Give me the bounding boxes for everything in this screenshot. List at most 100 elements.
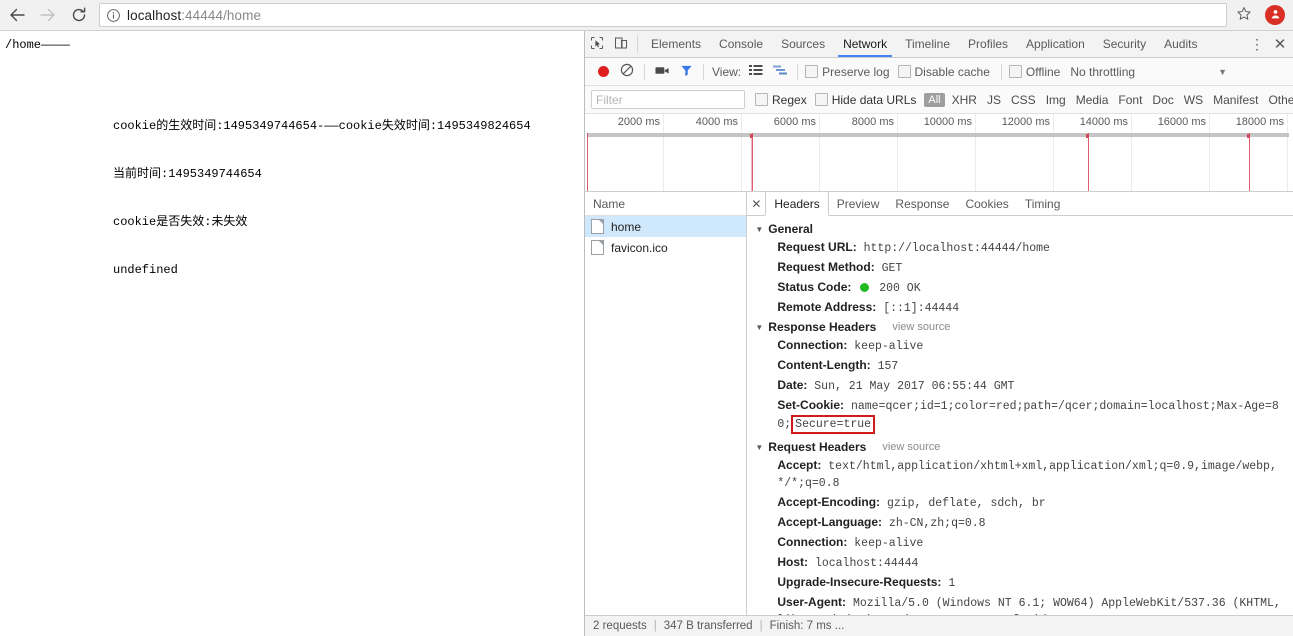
- back-button[interactable]: [3, 1, 31, 29]
- clear-requests-icon: [620, 63, 634, 80]
- close-devtools-button[interactable]: ✕: [1267, 37, 1293, 52]
- current-time-line: 当前时间:1495349744654: [113, 167, 262, 181]
- clear-requests-button[interactable]: [615, 63, 639, 80]
- tab-cookies[interactable]: Cookies: [957, 192, 1016, 215]
- filter-type-ws[interactable]: WS: [1179, 93, 1208, 107]
- page-viewport: /home———— cookie的生效时间:1495349744654-——co…: [0, 31, 585, 636]
- tab-network[interactable]: Network: [834, 31, 896, 57]
- filter-type-img[interactable]: Img: [1041, 93, 1071, 107]
- list-view-icon: [749, 64, 763, 79]
- general-section-header[interactable]: ▼ General: [747, 220, 1293, 238]
- close-details-button[interactable]: ✕: [747, 192, 765, 215]
- header-row-upgrade-insecure-requests: Upgrade-Insecure-Requests: 1: [747, 573, 1293, 593]
- header-name: Host:: [777, 555, 809, 569]
- tab-elements[interactable]: Elements: [642, 31, 710, 57]
- filter-input[interactable]: [591, 90, 745, 109]
- request-count: 2 requests: [593, 620, 647, 632]
- more-options-button[interactable]: ⋮: [1247, 37, 1267, 51]
- table-row[interactable]: home: [585, 216, 747, 237]
- tab-sources[interactable]: Sources: [772, 31, 834, 57]
- chevron-down-icon[interactable]: ▼: [1218, 67, 1227, 77]
- offline-checkbox[interactable]: Offline: [1008, 64, 1061, 79]
- filter-type-all[interactable]: All: [924, 92, 945, 107]
- arrow-right-icon: [39, 6, 57, 24]
- request-headers-section-header[interactable]: ▼ Request Headers view source: [747, 435, 1293, 456]
- throttling-select[interactable]: No throttling: [1070, 65, 1135, 79]
- status-divider: |: [653, 620, 657, 632]
- header-row-accept-language: Accept-Language: zh-CN,zh;q=0.8: [747, 513, 1293, 533]
- reload-button[interactable]: [65, 1, 93, 29]
- page-cookie-output: cookie的生效时间:1495349744654-——cookie失效时间:1…: [113, 86, 531, 310]
- page-info-icon[interactable]: [106, 8, 121, 23]
- response-headers-section-header[interactable]: ▼ Response Headers view source: [747, 318, 1293, 336]
- device-toolbar-button[interactable]: [609, 31, 633, 57]
- filter-toggle-button[interactable]: [674, 64, 698, 80]
- header-value: text/html,application/xhtml+xml,applicat…: [777, 460, 1277, 490]
- tab-application[interactable]: Application: [1017, 31, 1094, 57]
- more-options-icon: ⋮: [1250, 36, 1264, 52]
- table-row[interactable]: favicon.ico: [585, 237, 746, 258]
- network-status-bar: 2 requests | 347 B transferred | Finish:…: [585, 615, 1293, 636]
- header-row-connection: Connection: keep-alive: [747, 336, 1293, 356]
- tab-audits[interactable]: Audits: [1155, 31, 1206, 57]
- overview-event-marker: [1247, 134, 1250, 138]
- filter-type-xhr[interactable]: XHR: [947, 93, 982, 107]
- offline-label: Offline: [1025, 64, 1061, 79]
- inspect-element-icon: [590, 36, 604, 53]
- finish-time: Finish: 7 ms ...: [769, 620, 845, 632]
- view-list-button[interactable]: [744, 64, 768, 79]
- cookie-expiry-line: cookie的生效时间:1495349744654-——cookie失效时间:1…: [113, 119, 531, 133]
- preserve-log-checkbox[interactable]: Preserve log: [805, 64, 890, 79]
- header-value: zh-CN,zh;q=0.8: [888, 517, 986, 530]
- filter-type-js[interactable]: JS: [982, 93, 1006, 107]
- filter-type-doc[interactable]: Doc: [1147, 93, 1178, 107]
- tab-timeline[interactable]: Timeline: [896, 31, 959, 57]
- device-toolbar-icon: [614, 36, 628, 53]
- preserve-log-label: Preserve log: [822, 64, 890, 79]
- header-name: Date:: [777, 378, 808, 392]
- header-name: Upgrade-Insecure-Requests:: [777, 575, 942, 589]
- header-row-set-cookie: Set-Cookie: name=qcer;id=1;color=red;pat…: [747, 396, 1293, 435]
- tab-headers[interactable]: Headers: [765, 192, 829, 216]
- filter-type-css[interactable]: CSS: [1006, 93, 1041, 107]
- tab-console[interactable]: Console: [710, 31, 772, 57]
- toolbar-divider: [637, 35, 638, 53]
- address-bar[interactable]: localhost:44444/home: [99, 3, 1227, 27]
- header-value: localhost:44444: [814, 557, 919, 570]
- profile-avatar-icon: [1268, 7, 1282, 23]
- view-source-link[interactable]: view source: [892, 321, 950, 333]
- disable-cache-checkbox[interactable]: Disable cache: [897, 65, 990, 79]
- network-overview-timeline[interactable]: 2000 ms 4000 ms 6000 ms 8000 ms 10000 ms…: [585, 114, 1293, 192]
- bookmark-button[interactable]: [1233, 4, 1255, 26]
- forward-button[interactable]: [34, 1, 62, 29]
- overview-event-marker: [750, 134, 753, 138]
- capture-screenshots-button[interactable]: [650, 64, 674, 80]
- tab-profiles[interactable]: Profiles: [959, 31, 1017, 57]
- network-filter-bar: Regex Hide data URLs All XHR JS CSS Img …: [585, 86, 1293, 114]
- page-route-text: /home————: [5, 38, 70, 52]
- tab-response[interactable]: Response: [887, 192, 957, 215]
- headers-content: ▼ General Request URL: http://localhost:…: [747, 216, 1293, 615]
- header-row-accept: Accept: text/html,application/xhtml+xml,…: [747, 456, 1293, 493]
- regex-checkbox[interactable]: Regex: [755, 93, 807, 107]
- filter-type-other[interactable]: Other: [1263, 93, 1293, 107]
- view-waterfall-button[interactable]: [768, 64, 792, 79]
- request-list-column-header[interactable]: Name: [585, 192, 747, 216]
- hide-data-urls-checkbox[interactable]: Hide data URLs: [814, 93, 916, 107]
- tab-timing[interactable]: Timing: [1017, 192, 1069, 215]
- view-source-link[interactable]: view source: [882, 441, 940, 453]
- header-name: Request URL:: [777, 240, 857, 254]
- header-row-request-method: Request Method: GET: [747, 258, 1293, 278]
- header-name: Connection:: [777, 338, 848, 352]
- tab-security[interactable]: Security: [1094, 31, 1155, 57]
- record-button[interactable]: [591, 66, 615, 77]
- filter-type-font[interactable]: Font: [1113, 93, 1147, 107]
- timeline-tick-label: 14000 ms: [1079, 116, 1128, 128]
- profile-button[interactable]: [1265, 5, 1285, 25]
- inspect-element-button[interactable]: [585, 31, 609, 57]
- request-details-pane: ✕ Headers Preview Response Cookies Timin…: [747, 192, 1293, 615]
- filter-type-manifest[interactable]: Manifest: [1208, 93, 1263, 107]
- tab-preview[interactable]: Preview: [829, 192, 888, 215]
- toolbar-divider: [1000, 63, 1002, 80]
- filter-type-media[interactable]: Media: [1071, 93, 1114, 107]
